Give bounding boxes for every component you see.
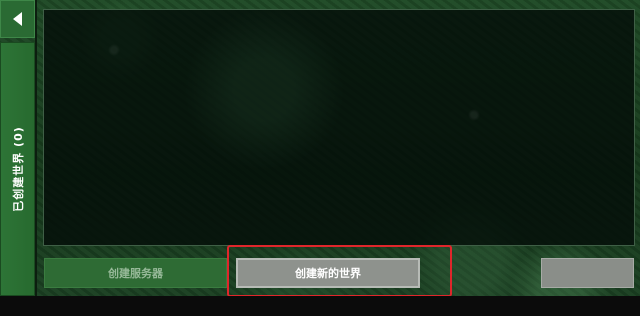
create-new-world-label: 创建新的世界 [295, 267, 361, 280]
right-action-button[interactable] [541, 258, 634, 288]
world-list-panel[interactable] [43, 9, 635, 246]
screen: 已创建世界 (0) 创建服务器 创建新的世界 [0, 0, 640, 316]
bottom-bar [0, 296, 640, 316]
back-arrow-icon [13, 12, 22, 26]
create-server-button[interactable]: 创建服务器 [44, 258, 227, 288]
create-new-world-button[interactable]: 创建新的世界 [236, 258, 420, 288]
create-server-label: 创建服务器 [108, 267, 163, 280]
tab-created-worlds[interactable]: 已创建世界 (0) [0, 42, 35, 296]
sidebar: 已创建世界 (0) [0, 0, 37, 296]
tab-created-worlds-label: 已创建世界 (0) [11, 126, 25, 212]
back-button[interactable] [0, 0, 35, 38]
